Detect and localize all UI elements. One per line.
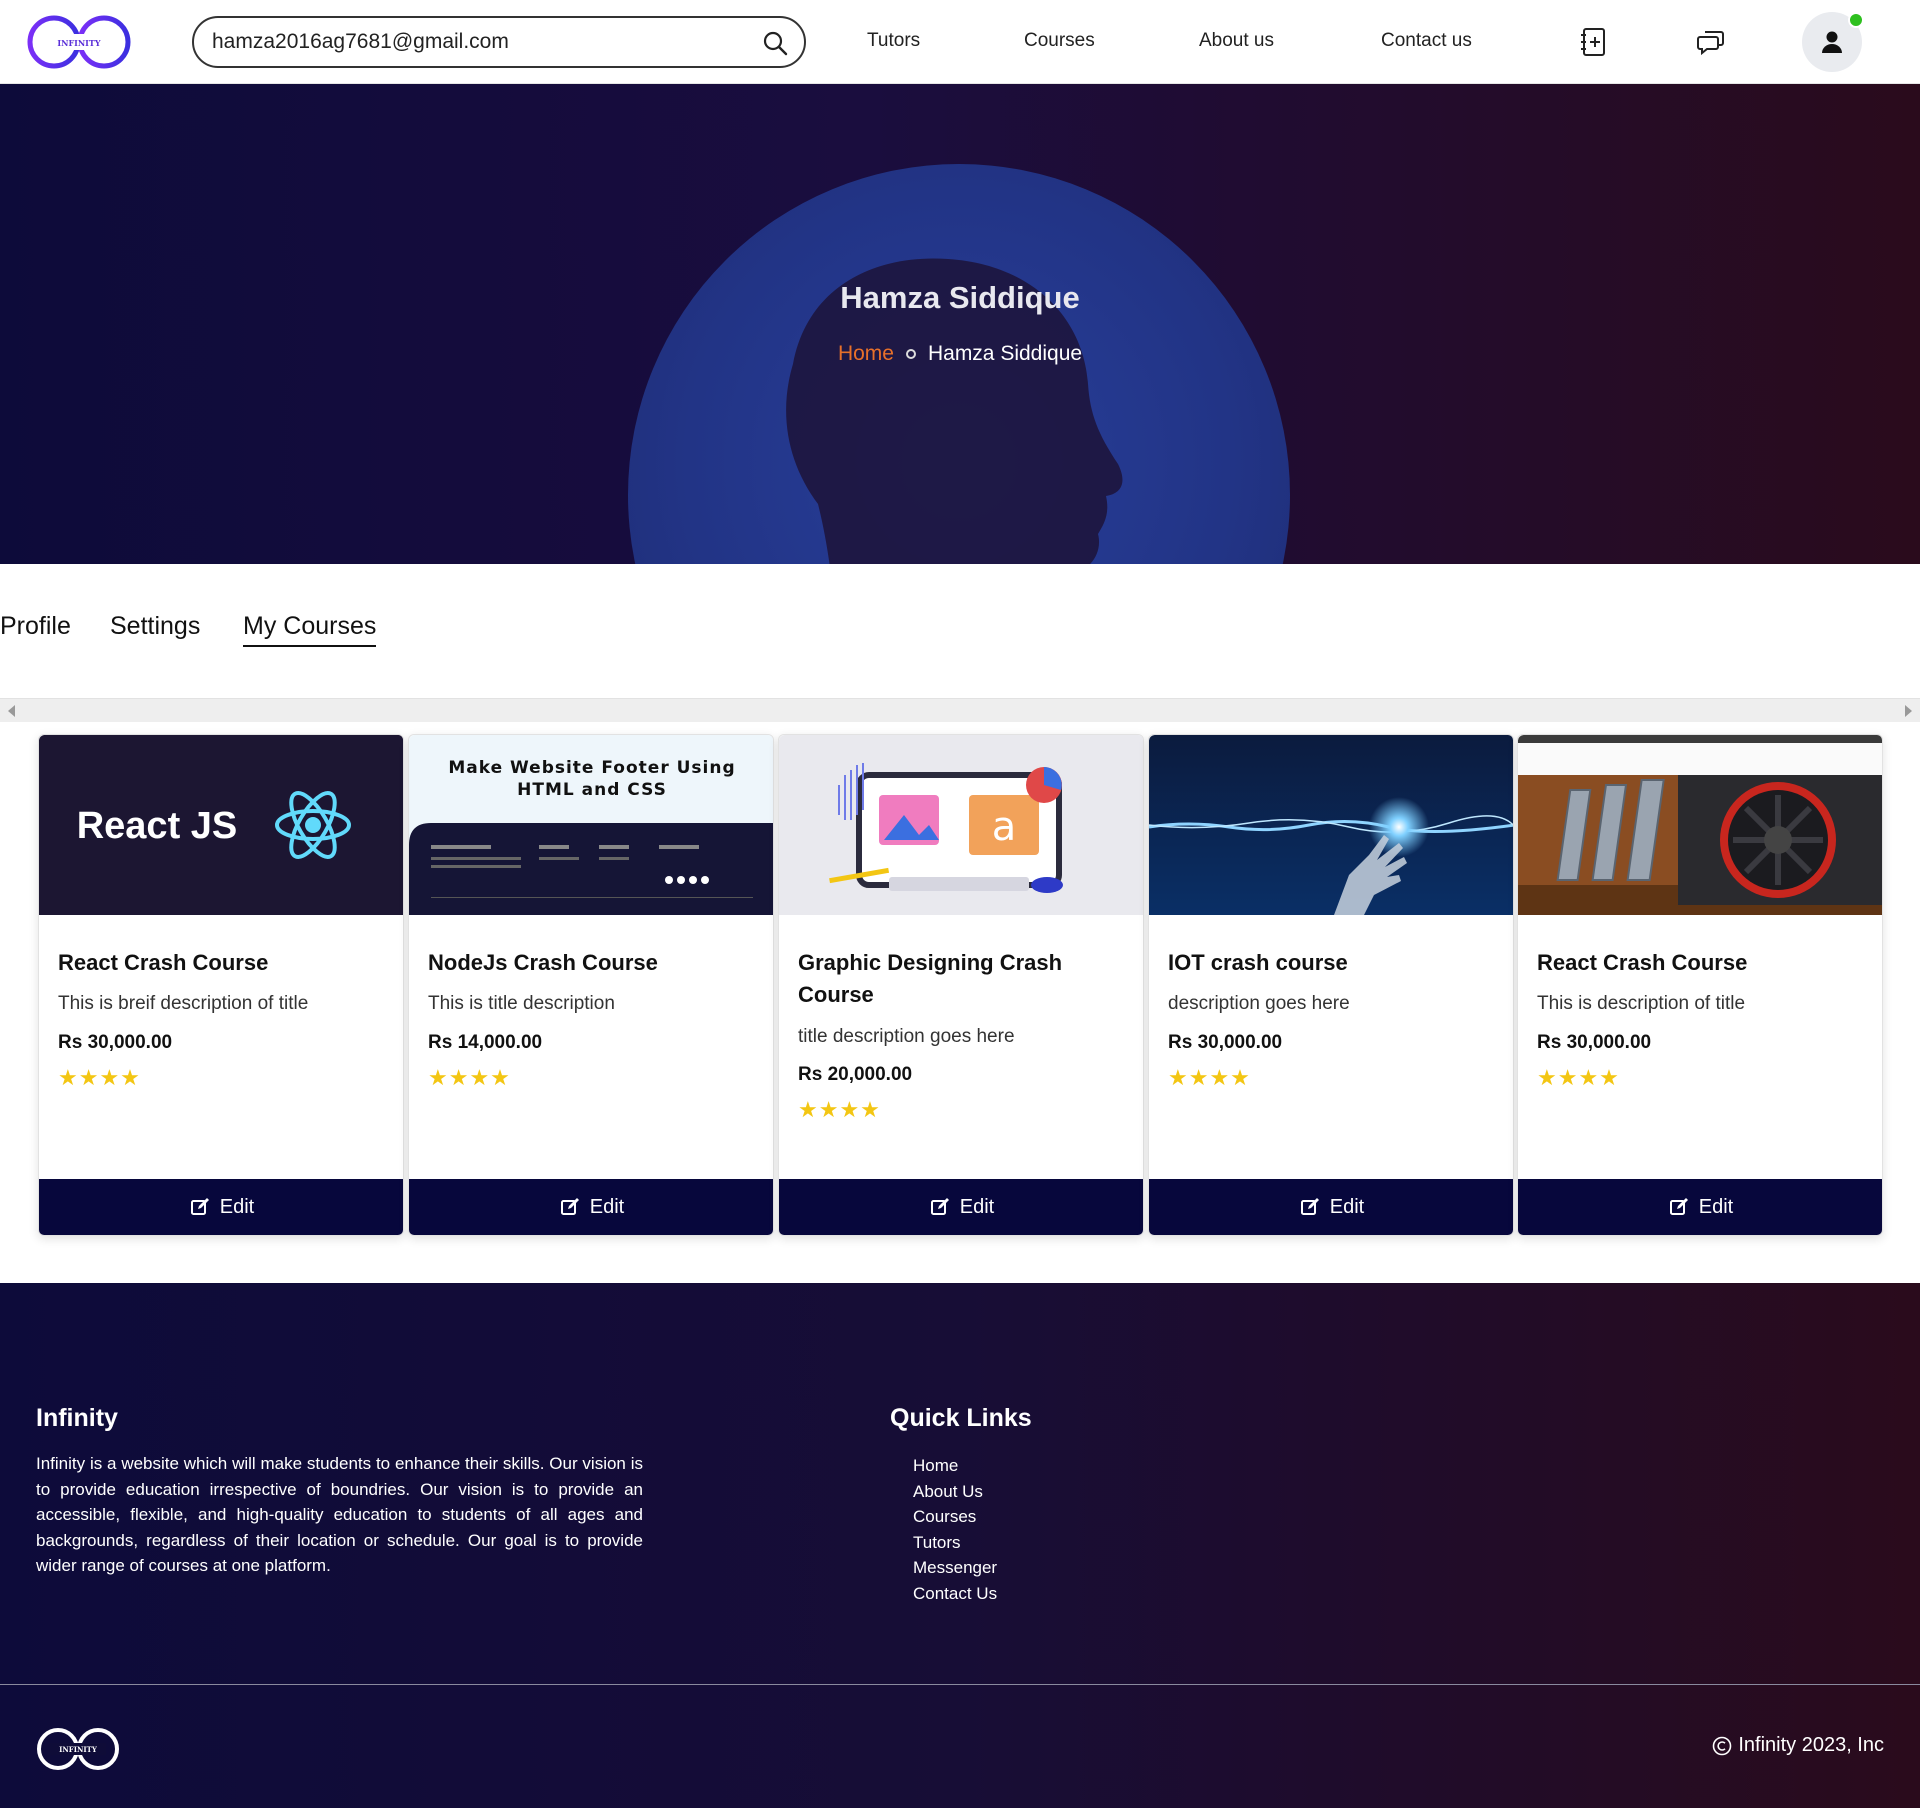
nav-tutors[interactable]: Tutors [867,30,920,52]
course-card[interactable]: React Crash Course This is description o… [1517,734,1883,1236]
add-course-icon[interactable] [1578,26,1610,58]
copyright: Infinity 2023, Inc [1712,1734,1884,1757]
infinity-logo[interactable]: INFINITY [26,12,132,72]
nav-courses[interactable]: Courses [1024,30,1095,52]
course-thumbnail [1149,735,1513,915]
edit-course-button[interactable]: Edit [409,1179,773,1235]
svg-text:a: a [992,804,1017,850]
course-thumbnail: React JS [39,735,403,915]
edit-label: Edit [589,1195,625,1218]
star-rating-icon: ★★★★ [1537,1065,1620,1090]
star-rating-icon: ★★★★ [428,1065,511,1090]
breadcrumb: Home Hamza Siddique [0,342,1920,366]
tab-settings[interactable]: Settings [110,612,200,641]
course-title: Graphic Designing Crash Course [798,950,1063,1007]
page-title: Hamza Siddique [840,280,1080,315]
footer-divider [0,1684,1920,1685]
course-title: NodeJs Crash Course [428,950,658,975]
course-description: This is title description [428,993,615,1014]
edit-label: Edit [219,1195,255,1218]
quick-link-courses[interactable]: Courses [913,1504,997,1530]
horizontal-scrollbar[interactable] [0,698,1920,722]
course-description: This is description of title [1537,993,1746,1014]
course-card[interactable]: Make Website Footer Using HTML and CSS N… [408,734,774,1236]
star-rating-icon: ★★★★ [798,1097,881,1122]
breadcrumb-separator-icon [905,349,916,360]
svg-text:INFINITY: INFINITY [57,38,100,48]
edit-course-button[interactable]: Edit [39,1179,403,1235]
course-description: description goes here [1168,993,1350,1014]
breadcrumb-home-link[interactable]: Home [838,342,894,365]
user-icon [1822,31,1842,53]
navbar: INFINITY Tutors Courses About us Contact… [0,0,1920,84]
scroll-left-arrow-icon[interactable] [8,705,15,717]
footer: Infinity Infinity is a website which wil… [0,1283,1920,1808]
quick-links-list: Home About Us Courses Tutors Messenger C… [913,1453,997,1606]
course-thumbnail: a [779,735,1143,915]
quick-link-about-us[interactable]: About Us [913,1479,997,1505]
course-thumbnail: Make Website Footer Using HTML and CSS [409,735,773,915]
nav-contact-us[interactable]: Contact us [1381,30,1472,52]
edit-icon [560,1198,579,1215]
profile-hero: Hamza Siddique Home Hamza Siddique [0,84,1920,564]
footer-infinity-logo[interactable]: INFINITY [36,1725,120,1773]
course-card[interactable]: IOT crash course description goes here R… [1148,734,1514,1236]
edit-icon [1669,1198,1688,1215]
course-description: This is breif description of title [58,993,309,1014]
course-title: React Crash Course [1537,950,1748,975]
svg-text:React JS: React JS [77,805,238,847]
edit-icon [1300,1198,1319,1215]
chat-icon[interactable] [1695,26,1727,58]
quick-link-tutors[interactable]: Tutors [913,1530,997,1556]
search-input[interactable] [212,28,732,56]
course-thumbnail [1518,735,1882,915]
course-price: Rs 30,000.00 [58,1032,173,1053]
tab-my-courses[interactable]: My Courses [243,612,377,647]
course-list: React JS React Crash Course This is brei… [38,734,1883,1236]
breadcrumb-current: Hamza Siddique [927,342,1083,365]
search-bar [192,16,806,68]
nav-about-us[interactable]: About us [1199,30,1274,52]
tab-profile[interactable]: Profile [0,612,71,641]
scroll-right-arrow-icon[interactable] [1905,705,1912,717]
course-card[interactable]: a Graphic Designing Crash Course title d… [778,734,1144,1236]
edit-course-button[interactable]: Edit [1518,1179,1882,1235]
edit-label: Edit [1329,1195,1365,1218]
footer-description: Infinity is a website which will make st… [36,1454,643,1575]
quick-links-title: Quick Links [890,1404,1032,1432]
copyright-text: Infinity 2023, Inc [1738,1734,1884,1756]
star-rating-icon: ★★★★ [1168,1065,1251,1090]
svg-text:INFINITY: INFINITY [59,1745,98,1754]
course-price: Rs 30,000.00 [1168,1032,1283,1053]
online-status-dot [1848,12,1864,28]
quick-link-home[interactable]: Home [913,1453,997,1479]
course-title: IOT crash course [1168,950,1348,975]
edit-course-button[interactable]: Edit [779,1179,1143,1235]
course-card[interactable]: React JS React Crash Course This is brei… [38,734,404,1236]
course-price: Rs 20,000.00 [798,1064,913,1085]
footer-brand-title: Infinity [36,1404,118,1432]
course-description: title description goes here [798,1026,1015,1047]
edit-label: Edit [1698,1195,1734,1218]
copyright-icon [1713,1736,1732,1755]
edit-label: Edit [959,1195,995,1218]
edit-icon [930,1198,949,1215]
search-icon[interactable] [762,30,788,56]
course-price: Rs 30,000.00 [1537,1032,1652,1053]
course-price: Rs 14,000.00 [428,1032,543,1053]
course-title: React Crash Course [58,950,269,975]
edit-course-button[interactable]: Edit [1149,1179,1513,1235]
quick-link-messenger[interactable]: Messenger [913,1555,997,1581]
quick-link-contact-us[interactable]: Contact Us [913,1581,997,1607]
edit-icon [190,1198,209,1215]
star-rating-icon: ★★★★ [58,1065,141,1090]
